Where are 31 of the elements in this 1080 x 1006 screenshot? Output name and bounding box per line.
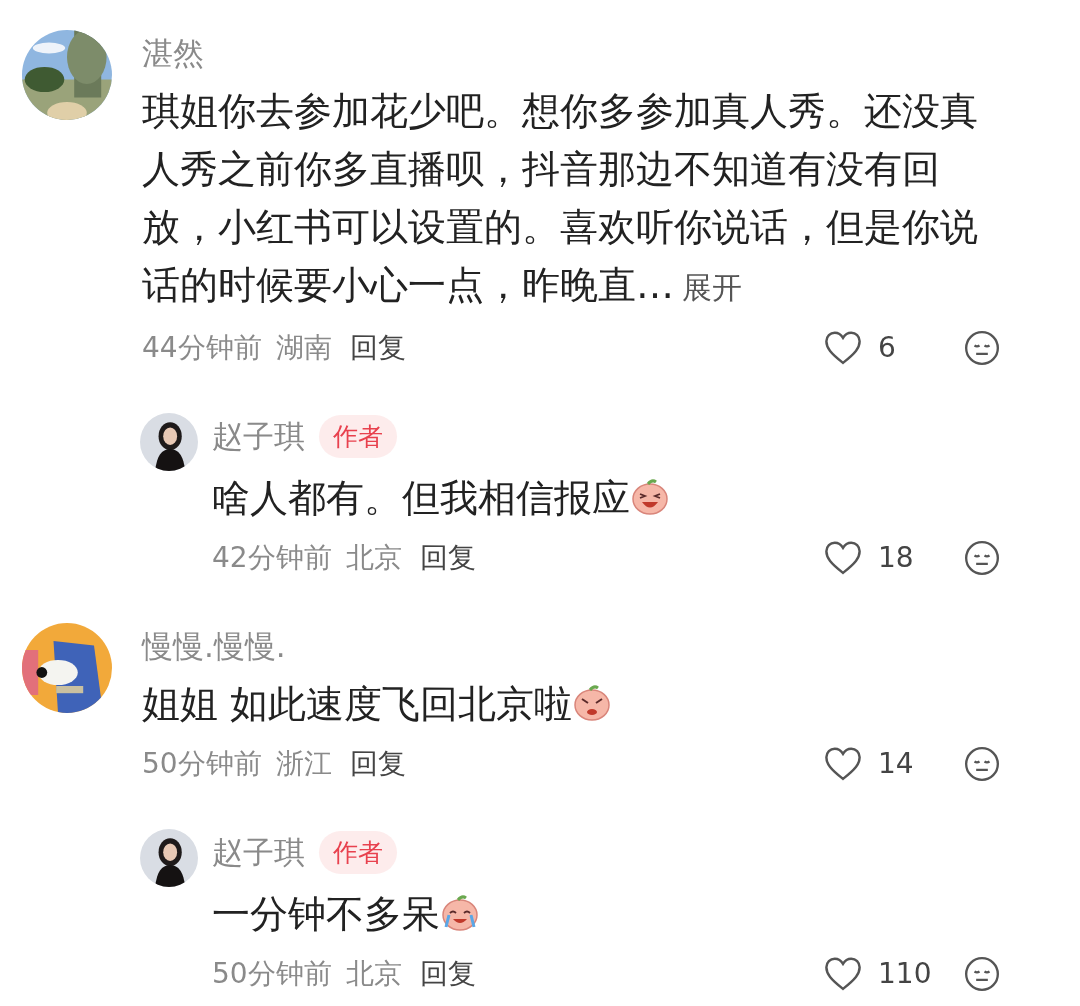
comment-time: 42分钟前 — [212, 540, 332, 576]
reply-link[interactable]: 回复 — [345, 328, 406, 368]
like-count: 6 — [878, 330, 897, 366]
reply-link[interactable]: 回复 — [345, 744, 406, 784]
comment-location: 北京 — [345, 956, 402, 992]
comment-time: 50分钟前 — [212, 956, 332, 992]
reply-text: 一分钟不多呆 — [212, 885, 1002, 943]
like-count: 14 — [878, 746, 915, 782]
comment-location: 浙江 — [275, 746, 332, 782]
dislike-icon[interactable] — [962, 328, 1002, 368]
user-name: 慢慢.慢慢. — [142, 627, 287, 666]
reply-text: 啥人都有。但我相信报应 — [212, 469, 1002, 527]
user-name: 赵子琪 — [212, 833, 305, 872]
comment-time: 50分钟前 — [142, 746, 262, 782]
expand-link[interactable]: 展开 — [674, 259, 742, 317]
reply-link[interactable]: 回复 — [415, 954, 476, 994]
comment-text: 琪姐你去参加花少吧。想你多参加真人秀。还没真人秀之前你多直播呗，抖音那边不知道有没有回放，小红书可以设置的。喜欢听你说话，但是你说话的时候要小心一点，昨晚直… 展开 — [142, 82, 1002, 317]
user-name: 赵子琪 — [212, 417, 305, 456]
dislike-icon[interactable] — [962, 538, 1002, 578]
like-count: 110 — [878, 956, 933, 992]
user-name: 湛然 — [142, 34, 205, 73]
dislike-icon[interactable] — [962, 954, 1002, 994]
author-badge: 作者 — [319, 830, 397, 874]
dislike-icon[interactable] — [962, 744, 1002, 784]
comment-location: 北京 — [345, 540, 402, 576]
reply-link[interactable]: 回复 — [415, 538, 476, 578]
comment-text: 姐姐 如此速度飞回北京啦 — [142, 675, 1002, 733]
like-count: 18 — [878, 540, 915, 576]
comment-time: 44分钟前 — [142, 330, 262, 366]
comment-location: 湖南 — [275, 330, 332, 366]
author-badge: 作者 — [319, 414, 397, 458]
